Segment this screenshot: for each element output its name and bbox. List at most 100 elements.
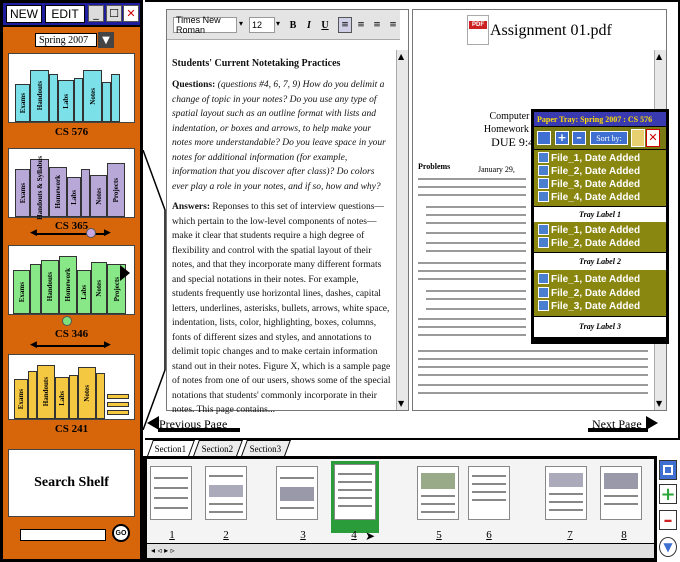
book-projects[interactable]: Projects [107, 163, 125, 217]
pdf-title: Assignment 01.pdf [490, 22, 612, 39]
previous-page-button[interactable]: Previous Page [159, 417, 227, 432]
shelf-cs346[interactable]: Exams Handouts Homework Labs Notes Proje… [8, 245, 135, 315]
tray-group-1[interactable]: File_1, Date Added File_2, Date Added Fi… [534, 150, 666, 206]
book-handouts[interactable]: Handouts [41, 260, 59, 314]
book-notes[interactable]: Notes [83, 70, 102, 122]
book-labs[interactable]: Labs [77, 270, 91, 314]
scroll-controls[interactable]: ◂ ◃ ▸ ▹ [151, 546, 175, 555]
book-handouts[interactable]: Handouts [37, 365, 55, 419]
add-page-icon[interactable]: + [659, 484, 677, 505]
book-exams[interactable]: Exams [15, 84, 30, 122]
book-notes[interactable]: Notes [78, 367, 96, 419]
tab-section2[interactable]: Section2 [193, 440, 243, 456]
slider-handle[interactable] [86, 228, 96, 238]
tray-group-3[interactable]: File_1, Date Added File_2, Date Added Fi… [534, 270, 666, 316]
book-exams[interactable]: Exams [13, 270, 30, 314]
new-button[interactable]: NEW [6, 5, 42, 23]
scroll-down-icon[interactable]: ▼ [398, 399, 404, 408]
thumbnail-number[interactable]: 4 [344, 529, 364, 541]
chevron-down-icon[interactable]: ▾ [276, 19, 280, 28]
go-button[interactable]: GO [112, 524, 130, 542]
search-shelf-button[interactable]: Search Shelf [8, 449, 135, 517]
tray-file[interactable]: File_3, Date Added [538, 178, 640, 190]
tray-file[interactable]: File_1, Date Added [538, 152, 640, 164]
tray-file[interactable]: File_1, Date Added [538, 224, 640, 236]
book-homework[interactable]: Homework [49, 167, 67, 217]
page-thumbnail[interactable] [468, 466, 510, 520]
slider-handle[interactable] [62, 316, 72, 326]
thumbnail-number[interactable]: 5 [429, 529, 449, 541]
book-homework[interactable]: Homework [59, 256, 77, 314]
page-thumbnail[interactable] [150, 466, 192, 520]
tray-group-2[interactable]: File_1, Date Added File_2, Date Added [534, 222, 666, 252]
tab-section1[interactable]: Section1 [147, 440, 195, 456]
thumbnail-number[interactable]: 3 [293, 529, 313, 541]
align-left-icon[interactable]: ≡ [338, 17, 352, 33]
scroll-down-icon[interactable]: ▼ [656, 399, 662, 408]
italic-button[interactable]: I [302, 17, 316, 33]
shelf-slider-cs346[interactable] [36, 345, 106, 347]
underline-button[interactable]: U [318, 17, 332, 33]
shelf-cs365[interactable]: Exams Handouts & Syllabus Homework Labs … [8, 148, 135, 220]
filmstrip-scrollbar[interactable]: ◂ ◃ ▸ ▹ [147, 544, 654, 558]
scroll-down-icon[interactable]: ▼ [659, 537, 677, 557]
page-thumbnail[interactable] [417, 466, 459, 520]
book-handouts[interactable]: Handouts [30, 70, 49, 122]
minimize-icon[interactable]: _ [88, 5, 104, 22]
thumbnail-number[interactable]: 8 [614, 529, 634, 541]
tray-file[interactable]: File_3, Date Added [538, 300, 640, 312]
page-thumbnail[interactable] [276, 466, 318, 520]
tray-file[interactable]: File_4, Date Added [538, 191, 640, 203]
book-exams[interactable]: Exams [14, 379, 28, 419]
thumbnail-number[interactable]: 7 [560, 529, 580, 541]
save-icon[interactable] [659, 460, 677, 480]
shelf-cs241[interactable]: Exams Handouts Labs Notes [8, 354, 135, 420]
thumbnail-number[interactable]: 1 [162, 529, 182, 541]
tray-file[interactable]: File_2, Date Added [538, 237, 640, 249]
edit-button[interactable]: EDIT [45, 5, 85, 23]
thumbnail-number[interactable]: 6 [479, 529, 499, 541]
font-family-select[interactable]: Times New Roman [173, 15, 237, 35]
thumbnail-number[interactable]: 2 [216, 529, 236, 541]
next-page-button[interactable]: Next Page [592, 417, 642, 432]
book-handouts-syllabus[interactable]: Handouts & Syllabus [30, 156, 49, 220]
page-thumbnail[interactable] [205, 466, 247, 520]
editor-scrollbar[interactable] [396, 50, 408, 410]
book-labs[interactable]: Labs [58, 80, 74, 122]
bold-button[interactable]: B [286, 17, 300, 33]
book-exams[interactable]: Exams [15, 169, 30, 217]
close-icon[interactable]: ✕ [123, 5, 139, 22]
tray-file[interactable]: File_2, Date Added [538, 165, 640, 177]
filter-icon[interactable] [631, 129, 645, 147]
page-thumbnail-selected[interactable] [334, 464, 376, 520]
book-labs[interactable]: Labs [67, 177, 81, 217]
remove-icon[interactable]: – [572, 131, 586, 145]
book-notes[interactable]: Notes [91, 262, 107, 314]
save-icon[interactable] [537, 131, 551, 145]
remove-page-icon[interactable]: – [659, 510, 677, 531]
tray-file[interactable]: File_2, Date Added [538, 287, 640, 299]
add-icon[interactable]: + [555, 131, 569, 145]
sort-button[interactable]: Sort by: [590, 131, 628, 145]
close-tray-icon[interactable]: ✕ [646, 129, 660, 147]
page-thumbnail[interactable] [600, 466, 642, 520]
align-right-icon[interactable]: ≡ [370, 17, 384, 33]
page-thumbnail[interactable] [545, 466, 587, 520]
next-page-icon[interactable] [646, 416, 658, 430]
align-center-icon[interactable]: ≡ [354, 17, 368, 33]
align-justify-icon[interactable]: ≡ [386, 17, 400, 33]
shelf-cs576[interactable]: Exams Handouts Labs Notes [8, 53, 135, 123]
book-labs[interactable]: Labs [55, 377, 69, 419]
scroll-up-icon[interactable]: ▲ [398, 52, 404, 61]
chevron-down-icon[interactable]: ▼ [98, 32, 114, 48]
chevron-down-icon[interactable]: ▾ [239, 19, 243, 28]
search-input[interactable] [20, 529, 106, 541]
notes-document[interactable]: Students' Current Notetaking Practices Q… [172, 58, 392, 415]
maximize-icon[interactable]: ☐ [106, 5, 122, 22]
font-size-select[interactable]: 12 [249, 17, 275, 33]
scroll-up-icon[interactable]: ▲ [656, 52, 662, 61]
tray-file[interactable]: File_1, Date Added [538, 273, 640, 285]
semester-select[interactable]: Spring 2007 [35, 33, 97, 47]
tab-section3[interactable]: Section3 [241, 440, 291, 456]
book-notes[interactable]: Notes [90, 175, 107, 217]
